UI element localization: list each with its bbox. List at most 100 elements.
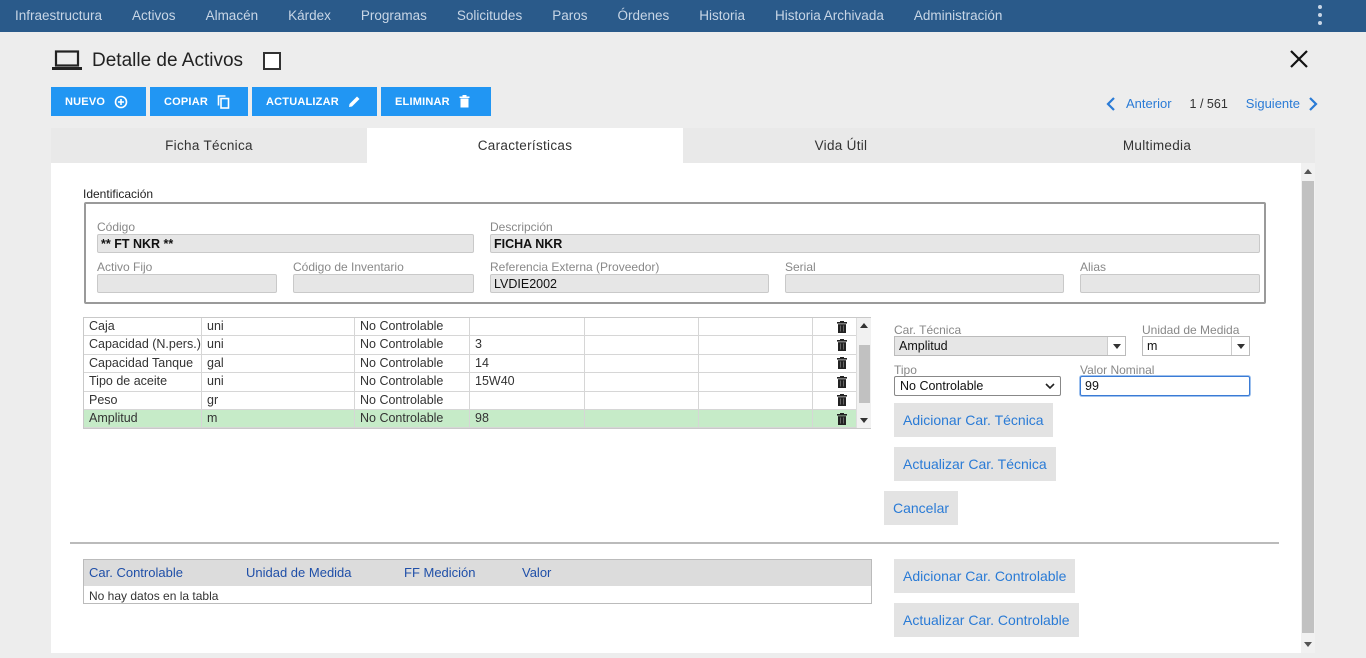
cell-unidad: uni: [202, 336, 355, 354]
adicionar-car-tecnica-button[interactable]: Adicionar Car. Técnica: [894, 403, 1053, 437]
adicionar-car-controlable-button[interactable]: Adicionar Car. Controlable: [894, 559, 1076, 593]
serial-input[interactable]: [785, 274, 1064, 293]
nav-almacen[interactable]: Almacén: [191, 0, 274, 32]
scroll-down-icon[interactable]: [860, 418, 868, 423]
chevron-down-icon: [1231, 337, 1249, 355]
controlables-header: Car. Controlable Unidad de Medida FF Med…: [84, 560, 871, 586]
codigo-inventario-label: Código de Inventario: [293, 260, 404, 274]
table-row[interactable]: Peso gr No Controlable: [84, 391, 871, 410]
table-row[interactable]: Caja uni No Controlable: [84, 318, 871, 337]
referencia-externa-input[interactable]: LVDIE2002: [490, 274, 769, 293]
valor-nominal-label: Valor Nominal: [1080, 363, 1155, 377]
cell-empty: [699, 336, 813, 354]
unidad-medida-select[interactable]: m: [1142, 336, 1250, 356]
cell-valor: 3: [470, 336, 585, 354]
cancelar-button[interactable]: Cancelar: [884, 491, 959, 525]
tab-multimedia[interactable]: Multimedia: [999, 128, 1315, 163]
tab-caracteristicas[interactable]: Características: [367, 128, 683, 163]
nav-administracion[interactable]: Administración: [899, 0, 1018, 32]
cell-empty: [699, 373, 813, 391]
codigo-input[interactable]: ** FT NKR **: [97, 234, 474, 253]
controlables-table: Car. Controlable Unidad de Medida FF Med…: [83, 559, 872, 604]
cell-nombre: Amplitud: [84, 409, 202, 428]
page-scrollbar[interactable]: [1301, 163, 1315, 653]
copy-icon: [217, 94, 230, 109]
scroll-down-icon[interactable]: [1304, 642, 1312, 647]
tipo-select[interactable]: No Controlable: [894, 376, 1061, 396]
cell-empty: [585, 336, 699, 354]
nav-solicitudes[interactable]: Solicitudes: [442, 0, 537, 32]
cell-nombre: Caja: [84, 318, 202, 336]
car-tecnica-select[interactable]: Amplitud: [894, 336, 1126, 356]
cell-unidad: gr: [202, 391, 355, 409]
nav-historia[interactable]: Historia: [684, 0, 760, 32]
valor-nominal-value: 99: [1085, 379, 1099, 393]
cell-empty: [699, 354, 813, 373]
nav-ordenes[interactable]: Órdenes: [602, 0, 684, 32]
pager: Anterior 1 / 561 Siguiente: [1106, 96, 1318, 111]
col-car-controlable[interactable]: Car. Controlable: [89, 565, 183, 580]
nav-paros[interactable]: Paros: [537, 0, 602, 32]
nav-infraestructura[interactable]: Infraestructura: [0, 0, 117, 32]
add-circle-icon: [114, 95, 128, 108]
activo-fijo-input[interactable]: [97, 274, 277, 293]
serial-label: Serial: [785, 260, 816, 274]
nav-programas[interactable]: Programas: [346, 0, 442, 32]
laptop-icon: [52, 50, 82, 70]
tab-vida-util[interactable]: Vida Útil: [683, 128, 999, 163]
page-scroll-thumb[interactable]: [1302, 181, 1314, 633]
tipo-value: No Controlable: [900, 379, 984, 393]
scroll-up-icon[interactable]: [860, 323, 868, 328]
nav-activos[interactable]: Activos: [117, 0, 191, 32]
cell-tipo: No Controlable: [355, 336, 470, 354]
pager-prev[interactable]: Anterior: [1126, 96, 1172, 111]
cell-nombre: Capacidad (N.pers.): [84, 336, 202, 354]
copiar-label: COPIAR: [164, 95, 208, 108]
nav-historia-archivada[interactable]: Historia Archivada: [760, 0, 899, 32]
title-checkbox[interactable]: [263, 52, 282, 70]
valor-nominal-input[interactable]: 99: [1080, 376, 1250, 396]
table-row[interactable]: Tipo de aceite uni No Controlable 15W40: [84, 373, 871, 392]
nav-kardex[interactable]: Kárdex: [273, 0, 346, 32]
alias-field: Alias: [1080, 260, 1260, 293]
copiar-button[interactable]: COPIAR: [150, 87, 248, 116]
caracteristicas-scrollbar[interactable]: [856, 318, 871, 428]
more-vert-icon[interactable]: [1316, 5, 1324, 25]
actualizar-car-tecnica-button[interactable]: Actualizar Car. Técnica: [894, 447, 1056, 481]
eliminar-button[interactable]: ELIMINAR: [381, 87, 491, 116]
cell-empty: [585, 318, 699, 336]
tipo-label: Tipo: [894, 363, 917, 377]
serial-field: Serial: [785, 260, 1064, 293]
tab-ficha-tecnica[interactable]: Ficha Técnica: [51, 128, 367, 163]
cell-tipo: No Controlable: [355, 409, 470, 428]
cell-tipo: No Controlable: [355, 318, 470, 336]
actualizar-car-controlable-button[interactable]: Actualizar Car. Controlable: [894, 603, 1079, 637]
codigo-field: Código ** FT NKR **: [97, 220, 474, 253]
codigo-inventario-input[interactable]: [293, 274, 474, 293]
col-valor[interactable]: Valor: [522, 565, 551, 580]
chevron-right-icon[interactable]: [1308, 96, 1318, 111]
scroll-up-icon[interactable]: [1304, 169, 1312, 174]
cell-empty: [699, 409, 813, 428]
pager-next[interactable]: Siguiente: [1246, 96, 1300, 111]
actualizar-label: ACTUALIZAR: [266, 95, 339, 108]
cell-valor: [470, 391, 585, 409]
codigo-label: Código: [97, 220, 136, 234]
col-ff-medicion[interactable]: FF Medición: [404, 565, 476, 580]
scroll-thumb[interactable]: [859, 345, 870, 403]
table-row[interactable]: Amplitud m No Controlable 98: [84, 409, 871, 428]
actualizar-button[interactable]: ACTUALIZAR: [252, 87, 377, 116]
cell-nombre: Capacidad Tanque: [84, 354, 202, 373]
descripcion-input[interactable]: FICHA NKR: [490, 234, 1260, 253]
activo-fijo-label: Activo Fijo: [97, 260, 153, 274]
col-unidad-medida[interactable]: Unidad de Medida: [246, 565, 352, 580]
chevron-left-icon[interactable]: [1106, 96, 1116, 111]
table-row[interactable]: Capacidad (N.pers.) uni No Controlable 3: [84, 336, 871, 355]
close-icon[interactable]: [1288, 48, 1310, 70]
cell-unidad: gal: [202, 354, 355, 373]
cell-nombre: Peso: [84, 391, 202, 409]
table-row[interactable]: Capacidad Tanque gal No Controlable 14: [84, 354, 871, 374]
cell-unidad: uni: [202, 373, 355, 391]
alias-input[interactable]: [1080, 274, 1260, 293]
nuevo-button[interactable]: NUEVO: [51, 87, 146, 116]
